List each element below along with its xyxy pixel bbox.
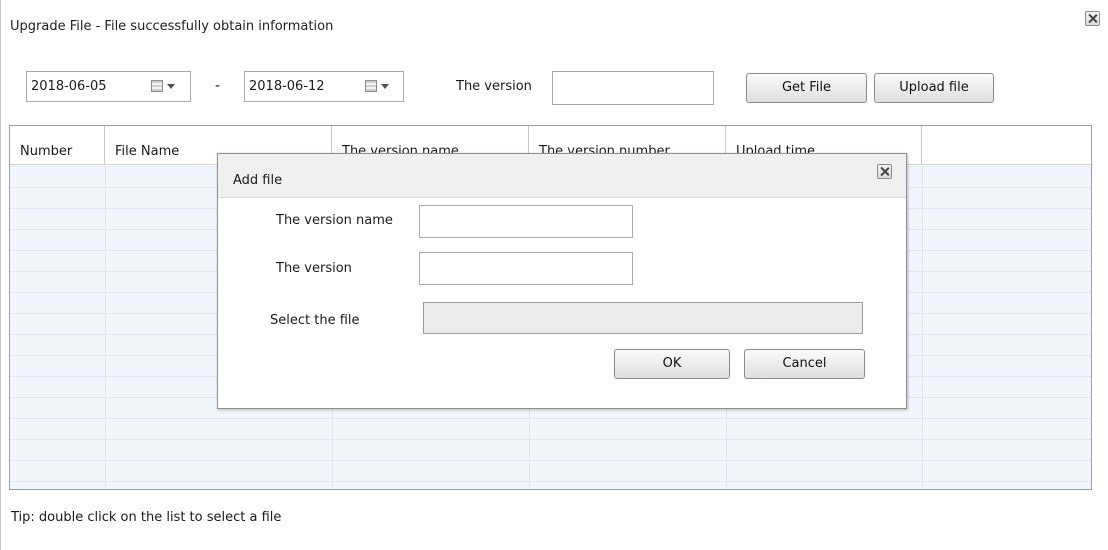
chevron-down-icon[interactable] bbox=[381, 84, 389, 89]
select-file-field[interactable] bbox=[423, 302, 863, 334]
dialog-title: Add file bbox=[233, 173, 283, 188]
column-divider bbox=[922, 166, 923, 489]
version-filter-label: The version bbox=[456, 79, 532, 94]
date-range-separator: - bbox=[215, 78, 221, 94]
get-file-button[interactable]: Get File bbox=[746, 73, 867, 103]
cancel-button[interactable]: Cancel bbox=[744, 349, 865, 379]
column-header-filler bbox=[922, 126, 1091, 165]
version-name-input[interactable] bbox=[419, 205, 633, 238]
upgrade-file-window: Upgrade File - File successfully obtain … bbox=[0, 0, 1108, 550]
close-icon[interactable] bbox=[877, 164, 892, 179]
column-header-number[interactable]: Number bbox=[10, 126, 105, 165]
version-filter-input[interactable] bbox=[552, 71, 714, 105]
add-file-dialog: Add file The version name The version Se… bbox=[217, 153, 907, 409]
version-input[interactable] bbox=[419, 252, 633, 285]
calendar-icon[interactable] bbox=[365, 80, 377, 92]
tip-text: Tip: double click on the list to select … bbox=[11, 510, 282, 525]
end-date-value: 2018-06-12 bbox=[249, 79, 325, 94]
dialog-title-bar: Add file bbox=[218, 154, 906, 198]
version-label: The version bbox=[276, 261, 352, 276]
chevron-down-icon[interactable] bbox=[167, 84, 175, 89]
calendar-icon[interactable] bbox=[151, 80, 163, 92]
end-date-picker[interactable]: 2018-06-12 bbox=[244, 71, 404, 102]
select-file-label: Select the file bbox=[270, 313, 360, 328]
upload-file-button[interactable]: Upload file bbox=[874, 73, 994, 103]
close-icon[interactable] bbox=[1085, 11, 1100, 26]
start-date-picker[interactable]: 2018-06-05 bbox=[26, 71, 191, 102]
window-title: Upgrade File - File successfully obtain … bbox=[10, 19, 334, 34]
column-divider bbox=[105, 166, 106, 489]
start-date-value: 2018-06-05 bbox=[31, 79, 107, 94]
version-name-label: The version name bbox=[276, 213, 393, 228]
ok-button[interactable]: OK bbox=[614, 349, 730, 379]
